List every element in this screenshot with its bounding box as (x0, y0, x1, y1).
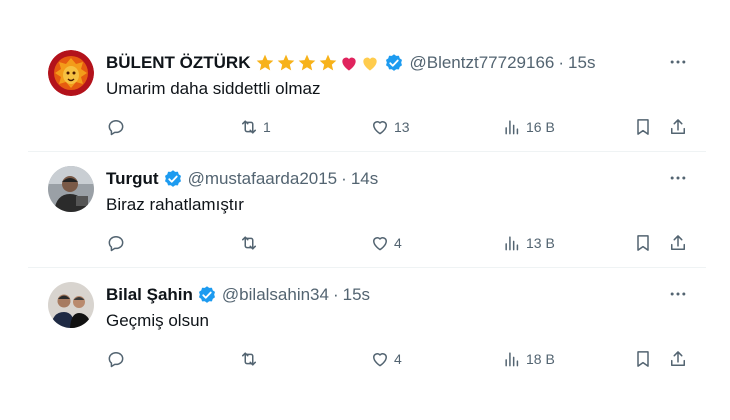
user-handle[interactable]: @Blentzt77729166 (409, 53, 554, 73)
bookmark-icon (637, 119, 649, 135)
retweet-button[interactable] (239, 230, 259, 256)
separator-dot: · (558, 53, 565, 72)
verified-icon (198, 286, 215, 303)
reply-button[interactable] (106, 346, 126, 372)
display-name[interactable]: Turgut (106, 169, 159, 189)
like-count: 13 (394, 119, 410, 135)
tweet-text: Biraz rahatlamıştır (106, 195, 244, 214)
like-icon (373, 353, 387, 367)
separator-dot: · (341, 169, 347, 188)
more-options-button[interactable] (666, 166, 690, 190)
share-button[interactable] (668, 346, 688, 372)
bookmark-button[interactable] (633, 114, 653, 140)
like-count: 4 (394, 351, 402, 367)
view-count: 18 B (526, 351, 555, 367)
like-button[interactable]: 4 (370, 346, 402, 372)
bookmark-button[interactable] (633, 230, 653, 256)
share-icon (671, 235, 685, 250)
user-handle[interactable]: @mustafaarda2015 (188, 169, 338, 189)
view-count: 16 B (526, 119, 555, 135)
tweet[interactable]: Turgut @mustafaarda2015 · 14s Biraz raha… (28, 152, 706, 268)
like-button[interactable]: 4 (370, 230, 402, 256)
share-icon (671, 119, 685, 134)
more-options-button[interactable] (666, 50, 690, 74)
bookmark-icon (637, 351, 649, 367)
views-button[interactable]: 13 B (502, 230, 555, 256)
share-button[interactable] (668, 114, 688, 140)
star-icon (278, 54, 295, 71)
avatar[interactable] (48, 166, 94, 212)
tweet-text: Umarim daha siddettli olmaz (106, 79, 321, 98)
reply-feed: BÜLENT ÖZTÜRK @Blentzt77729166 · 15s Uma… (28, 36, 706, 383)
share-icon (671, 351, 685, 366)
tweet[interactable]: Bilal Şahin @bilalsahin34 · 15s Geçmiş o… (28, 268, 706, 383)
views-button[interactable]: 16 B (502, 114, 555, 140)
avatar[interactable] (48, 282, 94, 328)
user-photo-avatar (48, 282, 94, 328)
separator-dot: · (332, 285, 339, 304)
lion-logo-avatar (48, 50, 94, 96)
action-bar: 4 13 B (106, 230, 694, 256)
view-count: 13 B (526, 235, 555, 251)
yellow-heart-icon (363, 57, 378, 71)
user-photo-avatar (48, 166, 94, 212)
retweet-count: 1 (263, 119, 271, 135)
views-button[interactable]: 18 B (502, 346, 555, 372)
display-name[interactable]: BÜLENT ÖZTÜRK (106, 53, 250, 73)
more-icon (670, 60, 686, 64)
more-options-button[interactable] (666, 282, 690, 306)
like-icon (373, 121, 387, 135)
user-handle[interactable]: @bilalsahin34 (222, 285, 329, 305)
action-bar: 4 18 B (106, 346, 694, 372)
tweet-header: Bilal Şahin @bilalsahin34 · 15s (106, 284, 370, 306)
like-icon (373, 237, 387, 251)
retweet-button[interactable]: 1 (239, 114, 271, 140)
timestamp[interactable]: 14s (351, 169, 378, 189)
timestamp[interactable]: 15s (568, 53, 595, 73)
timestamp[interactable]: 15s (343, 285, 370, 305)
bookmark-button[interactable] (633, 346, 653, 372)
bookmark-icon (637, 235, 649, 251)
star-icon (257, 54, 274, 71)
reply-icon (108, 120, 124, 136)
retweet-icon (242, 352, 256, 366)
display-name[interactable]: Bilal Şahin (106, 285, 193, 305)
retweet-icon (242, 120, 256, 134)
tweet-text: Geçmiş olsun (106, 311, 209, 330)
views-icon (505, 236, 519, 251)
reply-icon (108, 236, 124, 252)
star-icon (320, 54, 337, 71)
retweet-icon (242, 236, 256, 250)
verified-icon (164, 170, 181, 187)
name-emoji-row (255, 53, 380, 73)
share-button[interactable] (668, 230, 688, 256)
more-icon (670, 292, 686, 296)
action-bar: 1 13 16 B (106, 114, 694, 140)
tweet[interactable]: BÜLENT ÖZTÜRK @Blentzt77729166 · 15s Uma… (28, 36, 706, 152)
star-icon (299, 54, 316, 71)
verified-icon (386, 54, 403, 71)
views-icon (505, 352, 519, 367)
reply-button[interactable] (106, 114, 126, 140)
like-count: 4 (394, 235, 402, 251)
reply-button[interactable] (106, 230, 126, 256)
like-button[interactable]: 13 (370, 114, 410, 140)
red-heart-icon (342, 57, 357, 71)
retweet-button[interactable] (239, 346, 259, 372)
tweet-header: Turgut @mustafaarda2015 · 14s (106, 168, 378, 190)
more-icon (670, 176, 686, 180)
views-icon (505, 120, 519, 135)
reply-icon (108, 352, 124, 368)
avatar[interactable] (48, 50, 94, 96)
tweet-header: BÜLENT ÖZTÜRK @Blentzt77729166 · 15s (106, 52, 595, 74)
